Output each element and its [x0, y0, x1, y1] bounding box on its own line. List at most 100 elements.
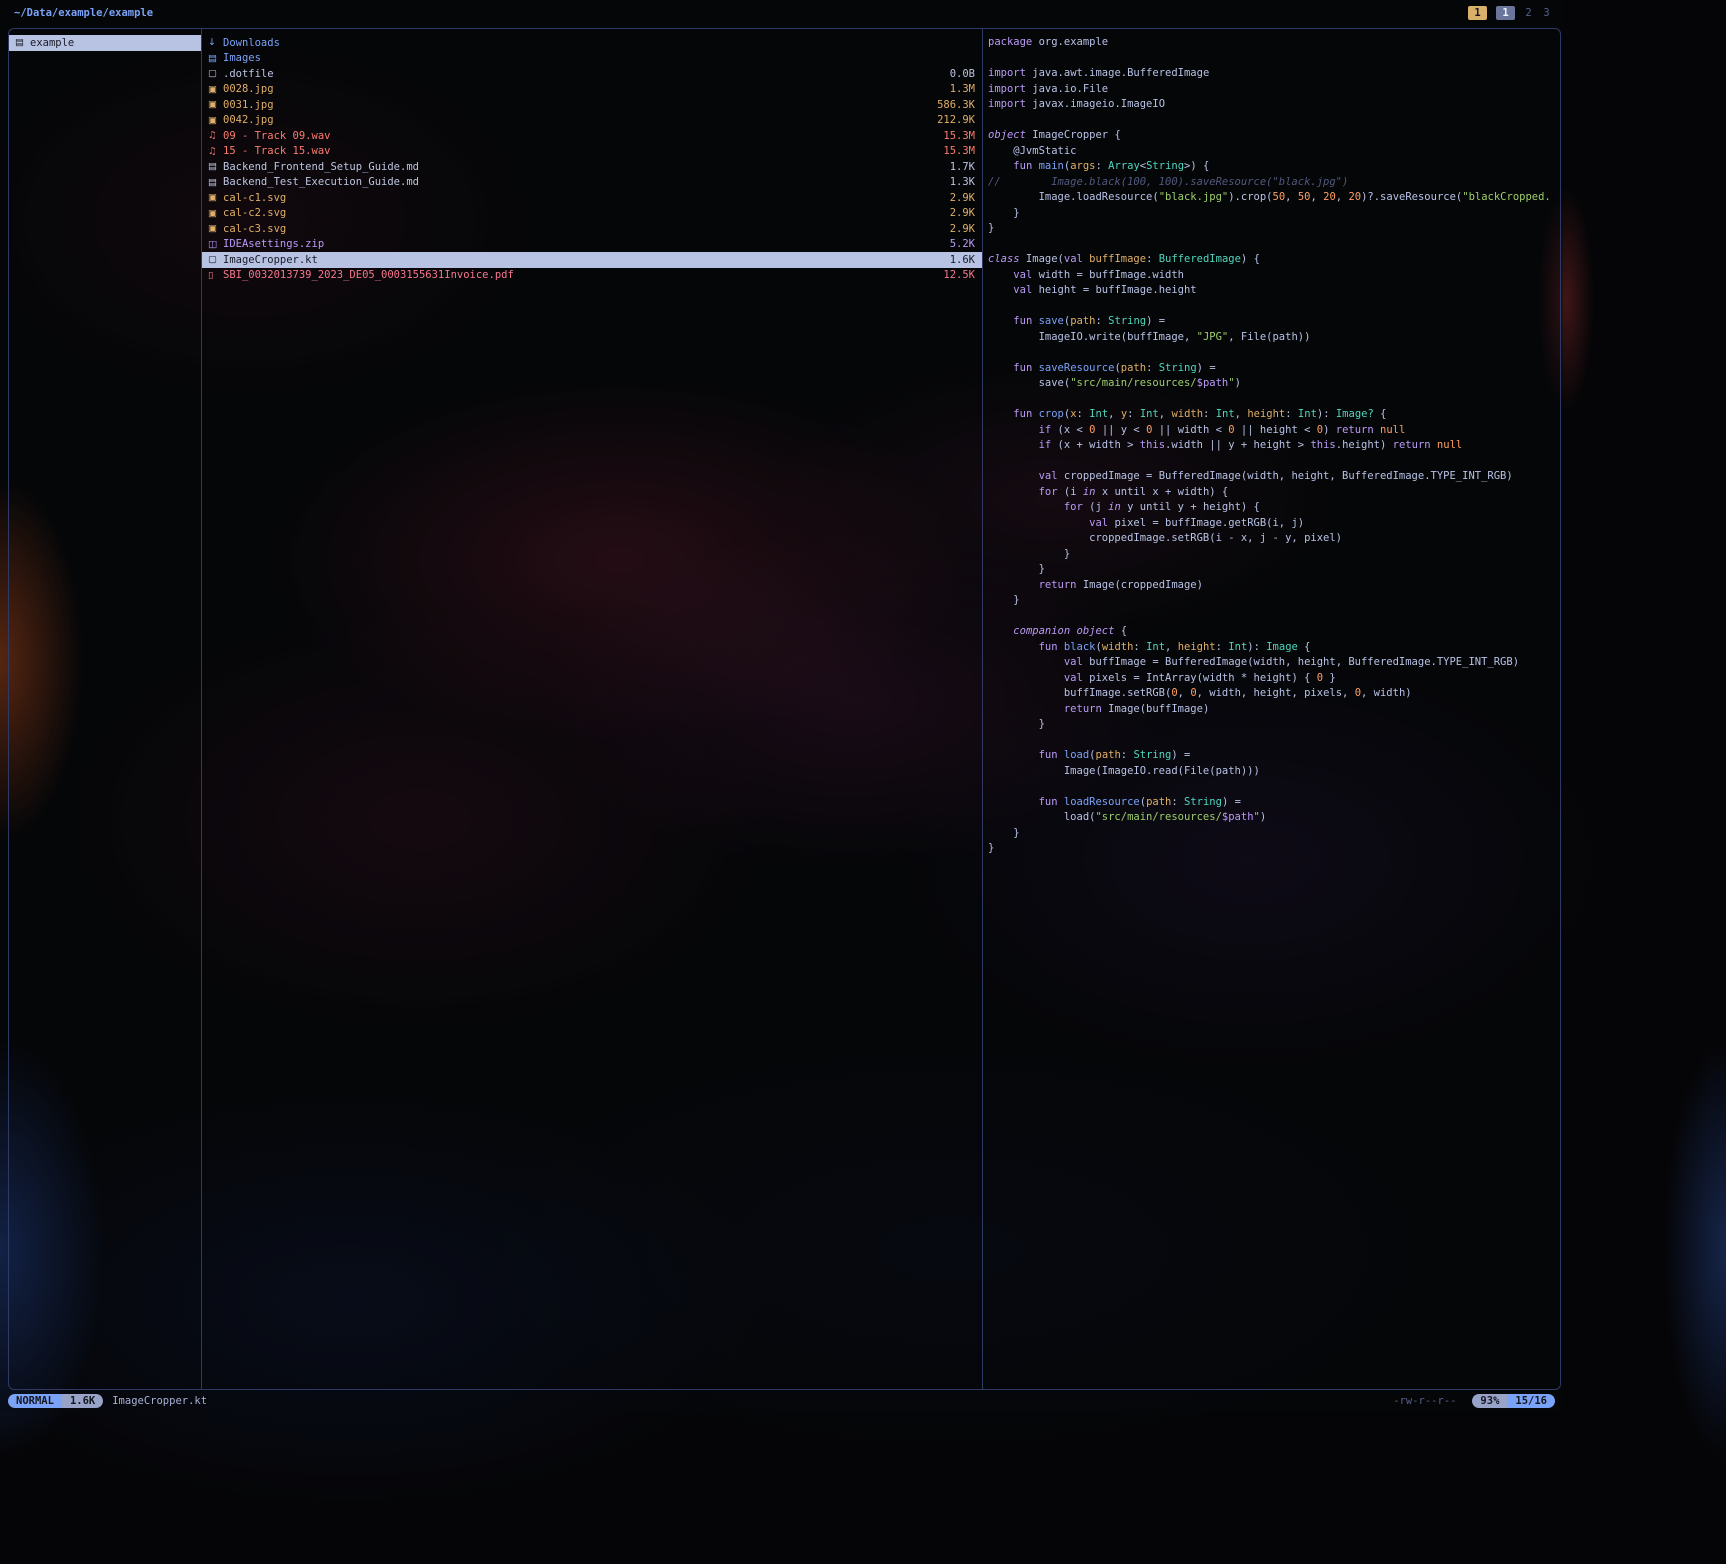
file-name: cal-c1.svg [223, 192, 942, 204]
code-line: Image.loadResource("black.jpg").crop(50,… [988, 190, 1560, 206]
folder-icon: ▤ [15, 37, 30, 48]
file-list-panel: ↓Downloads▤Images▢.dotfile0.0B▣0028.jpg1… [202, 29, 983, 1389]
code-line: save("src/main/resources/$path") [988, 376, 1560, 392]
kotlin-file-icon: ▢ [208, 254, 223, 265]
statusbar-right: -rw-r--r-- 93% 15/16 [1393, 1394, 1555, 1408]
file-row[interactable]: ▣cal-c2.svg2.9K [202, 206, 982, 222]
download-icon: ↓ [208, 37, 223, 48]
file-name: 0031.jpg [223, 99, 929, 111]
tab-indicator-4[interactable]: 3 [1542, 6, 1551, 20]
file-size: 586.3K [937, 99, 975, 111]
code-line: companion object { [988, 624, 1560, 640]
code-line [988, 779, 1560, 795]
code-line: } [988, 826, 1560, 842]
parent-dir-list: ▤example [9, 35, 201, 51]
file-size: 2.9K [950, 223, 975, 235]
mode-badge: NORMAL [8, 1394, 62, 1408]
code-preview: package org.example import java.awt.imag… [983, 35, 1560, 857]
code-line: val pixels = IntArray(width * height) { … [988, 671, 1560, 687]
file-name: .dotfile [223, 68, 942, 80]
code-line: if (x + width > this.width || y + height… [988, 438, 1560, 454]
image-icon: ▣ [208, 84, 223, 95]
file-size: 1.6K [950, 254, 975, 266]
code-line [988, 299, 1560, 315]
vector-image-icon: ▣ [208, 192, 223, 203]
file-name: ImageCropper.kt [223, 254, 942, 266]
file-name: cal-c2.svg [223, 207, 942, 219]
file-name: SBI_0032013739_2023_DE05_0003155631Invoi… [223, 269, 935, 281]
code-line: for (i in x until x + width) { [988, 485, 1560, 501]
audio-icon: ♫ [208, 130, 223, 141]
file-row[interactable]: ▣cal-c3.svg 2.9K [202, 221, 982, 237]
file-name: 09 - Track 09.wav [223, 130, 935, 142]
code-line: ImageIO.write(buffImage, "JPG", File(pat… [988, 330, 1560, 346]
file-name: IDEAsettings.zip [223, 238, 942, 250]
vector-image-icon: ▣ [208, 223, 223, 234]
image-icon: ▣ [208, 99, 223, 110]
dir-name: example [30, 37, 194, 49]
code-line: fun crop(x: Int, y: Int, width: Int, hei… [988, 407, 1560, 423]
code-line [988, 454, 1560, 470]
parent-panel: ▤example [9, 29, 202, 1389]
parent-dir-item[interactable]: ▤example [9, 35, 201, 51]
file-row[interactable]: ▤Images [202, 51, 982, 67]
file-row[interactable]: ▣cal-c1.svg 2.9K [202, 190, 982, 206]
audio-icon: ♫ [208, 146, 223, 157]
file-name: 0028.jpg [223, 83, 942, 95]
file-row[interactable]: ♫15 - Track 15.wav 15.3M [202, 144, 982, 160]
code-line: import java.io.File [988, 82, 1560, 98]
code-line [988, 113, 1560, 129]
code-line: } [988, 562, 1560, 578]
code-line: val width = buffImage.width [988, 268, 1560, 284]
file-name: Downloads [223, 37, 967, 49]
cursor-position-badge: 15/16 [1507, 1394, 1555, 1408]
file-row[interactable]: ▢.dotfile0.0B [202, 66, 982, 82]
code-line: croppedImage.setRGB(i - x, j - y, pixel) [988, 531, 1560, 547]
file-name: cal-c3.svg [223, 223, 942, 235]
file-size: 15.3M [943, 145, 975, 157]
tab-indicator-3[interactable]: 2 [1524, 6, 1533, 20]
code-line: fun main(args: Array<String>) { [988, 159, 1560, 175]
file-row[interactable]: ▣0031.jpg 586.3K [202, 97, 982, 113]
file-row[interactable]: ♫09 - Track 09.wav 15.3M [202, 128, 982, 144]
file-row[interactable]: ▢ImageCropper.kt 1.6K [202, 252, 982, 268]
tab-indicator-1[interactable]: 1 [1468, 6, 1487, 20]
file-row[interactable]: ◫IDEAsettings.zip5.2K [202, 237, 982, 253]
code-line [988, 51, 1560, 67]
tab-indicator-2[interactable]: 1 [1496, 6, 1515, 20]
code-line: val buffImage = BufferedImage(width, hei… [988, 655, 1560, 671]
file-row[interactable]: ▯SBI_0032013739_2023_DE05_0003155631Invo… [202, 268, 982, 284]
file-row[interactable]: ↓Downloads [202, 35, 982, 51]
code-line: import java.awt.image.BufferedImage [988, 66, 1560, 82]
file-name: 15 - Track 15.wav [223, 145, 935, 157]
file-row[interactable]: ▣0042.jpg212.9K [202, 113, 982, 129]
terminal-window: ~/Data/example/example 1123 ▤example ↓Do… [0, 0, 1563, 1412]
code-line: return Image(croppedImage) [988, 578, 1560, 594]
code-line: } [988, 593, 1560, 609]
file-size: 2.9K [950, 192, 975, 204]
file-row[interactable]: ▤Backend_Frontend_Setup_Guide.md1.7K [202, 159, 982, 175]
code-line: Image(ImageIO.read(File(path))) [988, 764, 1560, 780]
file-name: 0042.jpg [223, 114, 929, 126]
file-row[interactable]: ▣0028.jpg 1.3M [202, 82, 982, 98]
code-line: } [988, 221, 1560, 237]
markdown-icon: ▤ [208, 161, 223, 172]
file-size: 5.2K [950, 238, 975, 250]
file-size: 1.3M [950, 83, 975, 95]
file-list: ↓Downloads▤Images▢.dotfile0.0B▣0028.jpg1… [202, 35, 982, 283]
code-line [988, 237, 1560, 253]
file-row[interactable]: ▤Backend_Test_Execution_Guide.md1.3K [202, 175, 982, 191]
file-size: 15.3M [943, 130, 975, 142]
code-line [988, 733, 1560, 749]
code-line: if (x < 0 || y < 0 || width < 0 || heigh… [988, 423, 1560, 439]
folder-icon: ▤ [208, 53, 223, 64]
code-line [988, 609, 1560, 625]
code-line: return Image(buffImage) [988, 702, 1560, 718]
file-size-badge: 1.6K [62, 1394, 103, 1408]
code-line: fun save(path: String) = [988, 314, 1560, 330]
scroll-percent-badge: 93% [1472, 1394, 1507, 1408]
file-size: 1.3K [950, 176, 975, 188]
vector-image-icon: ▣ [208, 208, 223, 219]
code-line: fun loadResource(path: String) = [988, 795, 1560, 811]
code-line: for (j in y until y + height) { [988, 500, 1560, 516]
